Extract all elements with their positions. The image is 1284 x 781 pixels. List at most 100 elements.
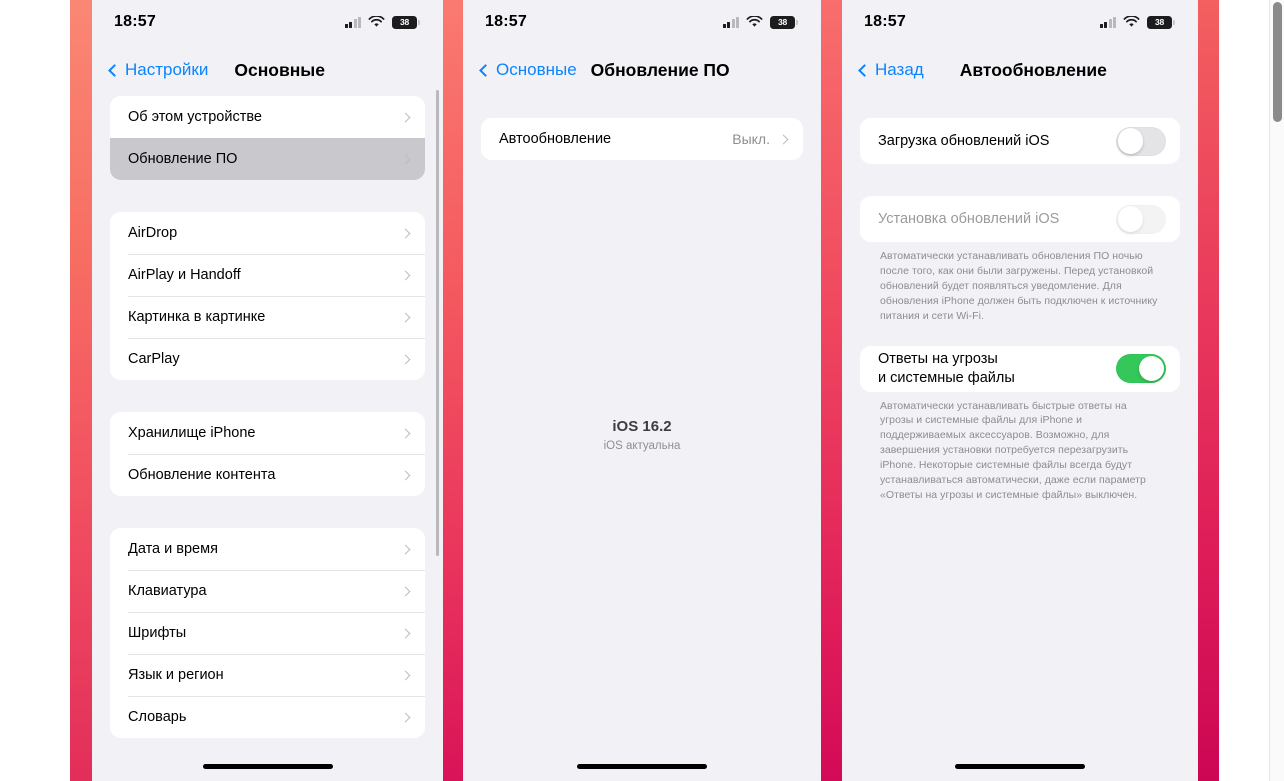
chevron-left-icon: [108, 63, 121, 77]
back-button-general[interactable]: Основные: [479, 60, 577, 80]
status-bar: 18:57 38: [842, 0, 1198, 44]
settings-group-security-responses: Ответы на угрозы и системные файлы: [860, 345, 1180, 392]
row-label-line1: Ответы на угрозы: [878, 351, 998, 368]
settings-group-auto-update: Автообновление Выкл.: [481, 118, 803, 160]
footnote-install-updates: Автоматически устанавливать обновления П…: [880, 250, 1158, 322]
divider-strip-2: [443, 0, 463, 781]
list-item-date-time[interactable]: Дата и время: [110, 528, 425, 570]
status-icon-group: 38: [722, 15, 798, 29]
screenshot-page: 18:57 38 Настройки Основные Об этом устр…: [0, 0, 1284, 781]
chevron-right-icon: [400, 712, 411, 722]
home-indicator: [955, 764, 1085, 769]
back-button-label: Назад: [875, 60, 924, 79]
back-button-label: Настройки: [125, 60, 209, 79]
list-item-label: CarPlay: [128, 350, 180, 367]
row-download-ios-updates[interactable]: Загрузка обновлений iOS: [860, 118, 1180, 164]
toggle-security-responses[interactable]: [1116, 354, 1166, 384]
page-title-software-update: Обновление ПО: [590, 59, 730, 80]
list-item-picture-in-picture[interactable]: Картинка в картинке: [110, 296, 425, 338]
list-item-label: Картинка в картинке: [128, 308, 266, 325]
list-item-dictionary[interactable]: Словарь: [110, 696, 425, 738]
ios-version-block: iOS 16.2 iOS актуальна: [463, 418, 821, 452]
chevron-right-icon: [400, 428, 411, 438]
nav-bar-1: Настройки Основные: [92, 44, 443, 96]
wifi-icon: [746, 16, 763, 27]
list-item-label: Шрифты: [128, 624, 187, 641]
chevron-right-icon: [400, 154, 411, 164]
list-item-automatic-updates[interactable]: Автообновление Выкл.: [481, 118, 803, 160]
chevron-right-icon: [400, 670, 411, 680]
chevron-right-icon: [400, 354, 411, 364]
nav-bar-3: Назад Автообновление: [842, 44, 1198, 96]
cellular-signal-icon: [344, 16, 361, 28]
list-item-background-refresh[interactable]: Обновление контента: [110, 454, 425, 496]
status-bar: 18:57 38: [92, 0, 443, 44]
list-item-label: Словарь: [128, 708, 187, 725]
toggle-knob: [1117, 206, 1144, 232]
list-item-label: Автообновление: [499, 130, 612, 147]
list-item-language-region[interactable]: Язык и регион: [110, 654, 425, 696]
back-button-label: Основные: [496, 60, 577, 79]
status-clock: 18:57: [114, 13, 156, 30]
wifi-icon: [1123, 16, 1140, 27]
list-item-about[interactable]: Об этом устройстве: [110, 96, 425, 138]
settings-group-connectivity: AirDrop AirPlay и Handoff Картинка в кар…: [110, 212, 425, 380]
list-item-label: AirPlay и Handoff: [128, 266, 241, 283]
list-item-value: Выкл.: [732, 131, 770, 147]
back-button[interactable]: Назад: [858, 60, 924, 80]
phone-screen-software-update: 18:57 38 Основные Обновление ПО Автообно…: [463, 0, 821, 781]
list-item-airdrop[interactable]: AirDrop: [110, 212, 425, 254]
row-label-line2: и системные файлы: [878, 369, 1015, 386]
list-item-software-update[interactable]: Обновление ПО: [110, 138, 425, 180]
list-item-label: Хранилище iPhone: [128, 424, 256, 441]
chevron-left-icon: [858, 63, 871, 77]
list-item-label: Обновление контента: [128, 466, 276, 483]
scrollbar-thumb[interactable]: [436, 90, 439, 556]
cellular-signal-icon: [1099, 16, 1116, 28]
row-install-ios-updates[interactable]: Установка обновлений iOS: [860, 196, 1180, 242]
chevron-right-icon: [400, 586, 411, 596]
status-clock: 18:57: [864, 13, 906, 30]
row-security-responses[interactable]: Ответы на угрозы и системные файлы: [860, 345, 1180, 392]
list-item-iphone-storage[interactable]: Хранилище iPhone: [110, 412, 425, 454]
chevron-right-icon: [400, 544, 411, 554]
chevron-right-icon: [400, 112, 411, 122]
battery-icon: 38: [770, 15, 798, 29]
battery-level: 38: [777, 16, 788, 27]
settings-group-download: Загрузка обновлений iOS: [860, 118, 1180, 164]
chevron-right-icon: [778, 134, 789, 144]
row-label-security-responses: Ответы на угрозы и системные файлы: [878, 350, 1116, 386]
list-item-label: Клавиатура: [128, 582, 207, 599]
chevron-right-icon: [400, 228, 411, 238]
page-scrollbar-track[interactable]: [1269, 0, 1284, 781]
chevron-left-icon: [479, 63, 492, 77]
list-item-keyboard[interactable]: Клавиатура: [110, 570, 425, 612]
list-item-label: Об этом устройстве: [128, 108, 262, 125]
settings-list-2: Автообновление Выкл.: [463, 96, 821, 160]
nav-bar-2: Основные Обновление ПО: [463, 44, 821, 96]
list-item-airplay-handoff[interactable]: AirPlay и Handoff: [110, 254, 425, 296]
page-scrollbar-thumb[interactable]: [1273, 2, 1282, 122]
toggle-knob: [1138, 355, 1165, 382]
status-icon-group: 38: [344, 15, 420, 29]
row-label-install-updates: Установка обновлений iOS: [878, 210, 1060, 227]
row-label-download-updates: Загрузка обновлений iOS: [878, 132, 1050, 149]
list-item-label: Язык и регион: [128, 666, 224, 683]
footnote-security-responses: Автоматически устанавливать быстрые отве…: [880, 399, 1146, 501]
status-bar: 18:57 38: [463, 0, 821, 44]
list-item-fonts[interactable]: Шрифты: [110, 612, 425, 654]
list-item-carplay[interactable]: CarPlay: [110, 338, 425, 380]
battery-icon: 38: [1147, 15, 1175, 29]
toggle-install-ios-updates[interactable]: [1116, 204, 1166, 234]
settings-group-storage: Хранилище iPhone Обновление контента: [110, 412, 425, 496]
settings-list-1: Об этом устройстве Обновление ПО AirDrop…: [92, 96, 443, 738]
toggle-download-ios-updates[interactable]: [1116, 126, 1166, 156]
list-item-label: Обновление ПО: [128, 150, 238, 167]
back-button-settings[interactable]: Настройки: [108, 60, 209, 80]
settings-list-3: Загрузка обновлений iOS Установка обновл…: [842, 96, 1198, 503]
